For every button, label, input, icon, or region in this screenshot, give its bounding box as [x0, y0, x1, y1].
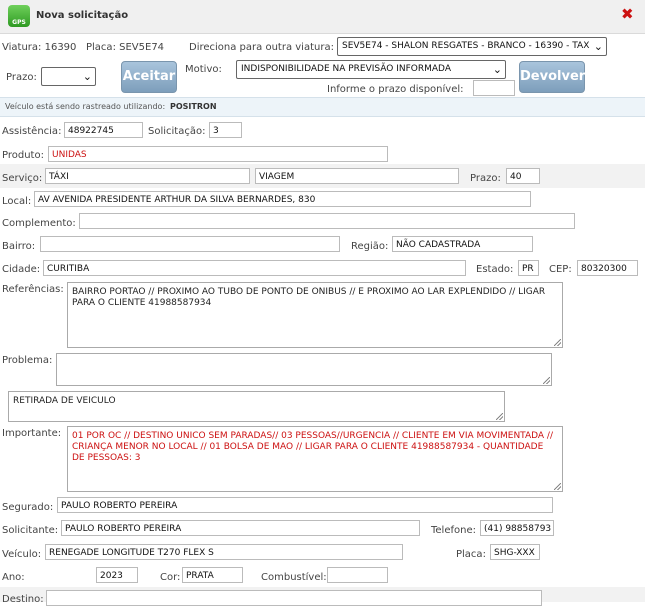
chevron-down-icon: ⌄ [593, 40, 603, 53]
prazo-disponivel-input[interactable] [473, 80, 515, 96]
resize-grip-icon[interactable] [554, 483, 561, 490]
solicitante-input[interactable]: PAULO ROBERTO PEREIRA [61, 520, 420, 536]
veiculo-label: Veículo: [2, 549, 42, 560]
servico-tipo-input[interactable]: VIAGEM [255, 168, 459, 184]
ano-label: Ano: [2, 572, 25, 583]
placa-info: Placa: SEV5E74 [86, 42, 165, 53]
prazo-form-input[interactable]: 40 [506, 168, 540, 184]
complemento-label: Complemento: [2, 218, 76, 229]
estado-input[interactable]: PR [518, 260, 539, 276]
cep-input[interactable]: 80320300 [577, 260, 638, 276]
combustivel-label: Combustível: [261, 572, 327, 583]
tracking-info-bar: Veículo está sendo rastreado utilizando:… [0, 97, 645, 117]
complemento-input[interactable] [79, 213, 575, 229]
combustivel-input[interactable] [327, 567, 388, 583]
local-input[interactable]: AV AVENIDA PRESIDENTE ARTHUR DA SILVA BE… [34, 191, 531, 207]
ano-input[interactable]: 2023 [96, 567, 138, 583]
regiao-label: Região: [351, 241, 389, 252]
direciona-select[interactable]: SEV5E74 - SHALON RESGATES - BRANCO - 163… [337, 37, 607, 56]
resize-grip-icon[interactable] [496, 413, 503, 420]
solicitacao-input[interactable]: 3 [209, 122, 242, 138]
referencias-textarea[interactable]: BAIRRO PORTAO // PROXIMO AO TUBO DE PONT… [67, 282, 563, 348]
bairro-label: Bairro: [2, 241, 36, 252]
importante-textarea[interactable]: 01 POR OC // DESTINO UNICO SEM PARADAS//… [67, 426, 563, 492]
resize-grip-icon[interactable] [554, 339, 561, 346]
bairro-input[interactable] [40, 236, 340, 252]
tracking-text: Veículo está sendo rastreado utilizando: [5, 102, 166, 111]
cidade-input[interactable]: CURITIBA [43, 260, 466, 276]
telefone-input[interactable]: (41) 98858793 [480, 520, 554, 536]
prazo-form-label: Prazo: [470, 173, 501, 184]
cor-label: Cor: [160, 572, 181, 583]
servico-label: Serviço: [2, 173, 43, 184]
dialog-title: Nova solicitação [36, 10, 129, 21]
motivo-select[interactable]: INDISPONIBILIDADE NA PREVISÃO INFORMADA ⌄ [236, 60, 506, 79]
viatura-label: Viatura: 16390 [2, 42, 77, 53]
segurado-label: Segurado: [2, 502, 54, 513]
cor-input[interactable]: PRATA [182, 567, 243, 583]
devolver-button[interactable]: Devolver [519, 61, 585, 93]
placa-label: Placa: [456, 549, 486, 560]
assistencia-label: Assistência: [2, 126, 62, 137]
produto-label: Produto: [2, 150, 44, 161]
veiculo-input[interactable]: RENEGADE LONGITUDE T270 FLEX S [45, 544, 403, 560]
prazo-select[interactable]: ⌄ [41, 67, 96, 86]
cidade-label: Cidade: [2, 264, 41, 275]
viatura-value: 16390 [44, 42, 77, 53]
telefone-label: Telefone: [431, 525, 476, 536]
gps-logo-icon: GPS [8, 5, 30, 27]
solicitacao-label: Solicitação: [148, 126, 206, 137]
solicitante-label: Solicitante: [2, 525, 59, 536]
destino-input[interactable] [46, 590, 542, 606]
servico-input[interactable]: TÁXI [45, 168, 250, 184]
resize-grip-icon[interactable] [543, 377, 550, 384]
referencias-label: Referências: [2, 284, 64, 295]
segurado-input[interactable]: PAULO ROBERTO PEREIRA [57, 497, 553, 513]
prazo-disponivel-label: Informe o prazo disponível: [327, 84, 464, 95]
close-icon[interactable]: ✖ [621, 7, 634, 22]
retirada-textarea[interactable]: RETIRADA DE VEICULO [8, 391, 505, 422]
problema-label: Problema: [2, 355, 53, 366]
direciona-label: Direciona para outra viatura: [189, 42, 334, 53]
motivo-label: Motivo: [185, 64, 222, 75]
placa-input[interactable]: SHG-XXX [490, 544, 540, 560]
problema-textarea[interactable] [56, 353, 552, 386]
destino-label: Destino: [2, 594, 44, 605]
assistencia-input[interactable]: 48922745 [64, 122, 143, 138]
placa-value: SEV5E74 [119, 42, 165, 53]
prazo-label: Prazo: [6, 72, 37, 83]
chevron-down-icon: ⌄ [82, 70, 92, 83]
produto-input[interactable]: UNIDAS [48, 146, 388, 162]
importante-label: Importante: [2, 428, 62, 439]
chevron-down-icon: ⌄ [492, 63, 502, 76]
regiao-input[interactable]: NÃO CADASTRADA [392, 236, 533, 252]
cep-label: CEP: [549, 264, 572, 275]
tracking-provider: POSITRON [170, 102, 217, 111]
aceitar-button[interactable]: Aceitar [121, 61, 177, 93]
estado-label: Estado: [476, 264, 514, 275]
local-label: Local: [2, 196, 32, 207]
